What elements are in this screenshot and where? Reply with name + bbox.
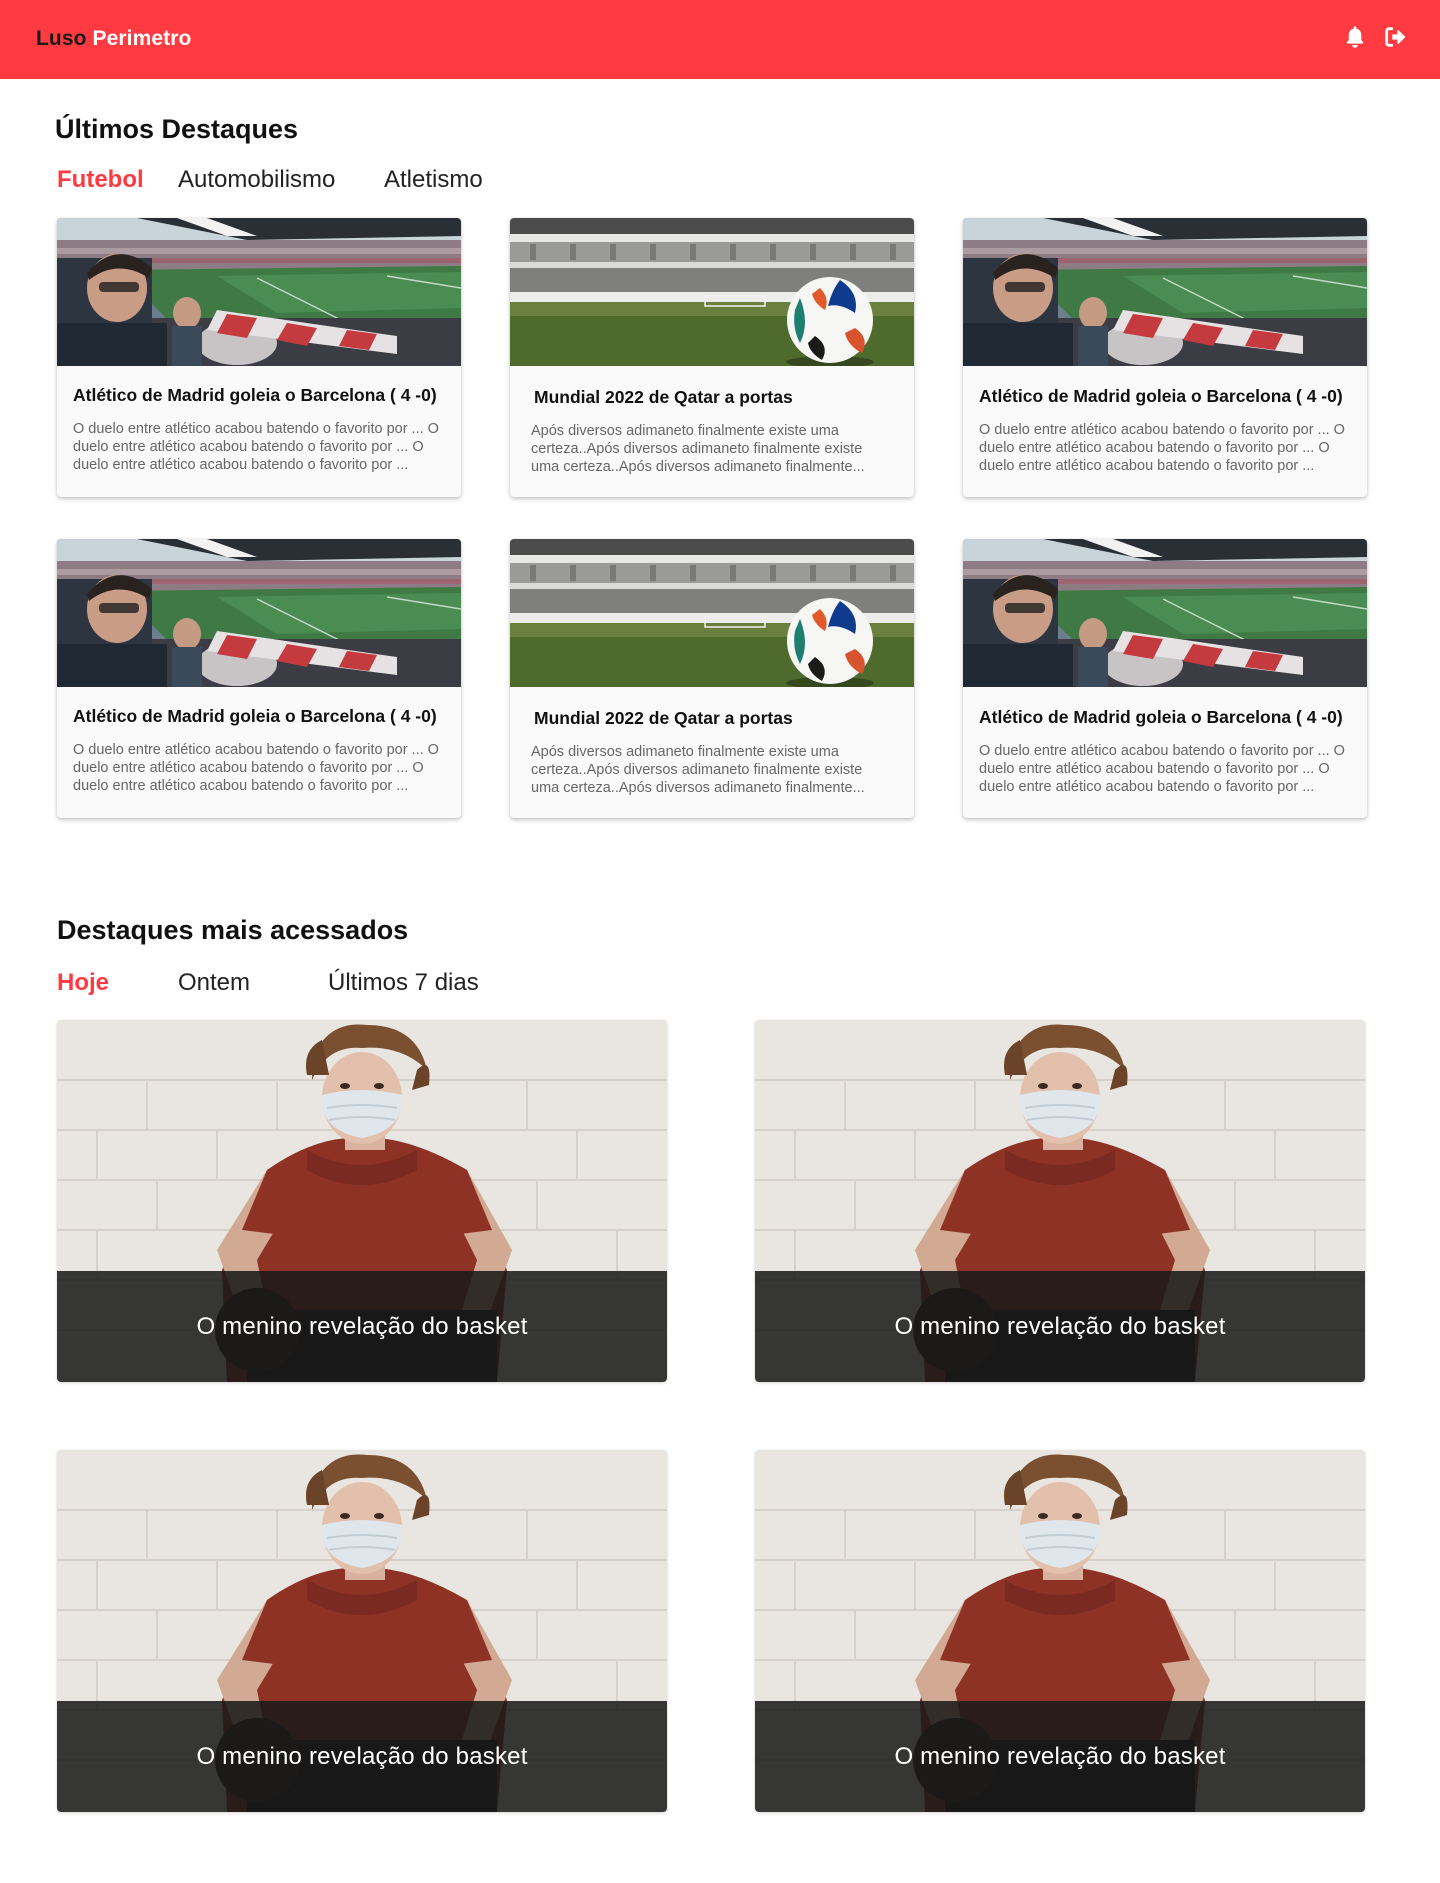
stadium-crowd-image: [963, 539, 1367, 687]
highlight-tile[interactable]: O menino revelação do basket: [57, 1020, 667, 1382]
news-card[interactable]: Atlético de Madrid goleia o Barcelona ( …: [57, 218, 461, 497]
bell-icon[interactable]: [1342, 24, 1368, 50]
tab-futebol[interactable]: Futebol: [57, 166, 144, 194]
news-card-title: Mundial 2022 de Qatar a portas: [534, 387, 793, 407]
highlight-tile[interactable]: O menino revelação do basket: [755, 1020, 1365, 1382]
tile-caption: O menino revelação do basket: [755, 1701, 1365, 1812]
news-card-excerpt: Após diversos adimaneto finalmente exist…: [531, 744, 865, 796]
news-card[interactable]: Atlético de Madrid goleia o Barcelona ( …: [963, 539, 1367, 818]
news-card-excerpt: O duelo entre atlético acabou batendo o …: [73, 742, 439, 794]
highlight-tile[interactable]: O menino revelação do basket: [57, 1450, 667, 1812]
news-card[interactable]: Atlético de Madrid goleia o Barcelona ( …: [963, 218, 1367, 497]
football-pitch-image: [510, 539, 914, 687]
football-pitch-image: [510, 218, 914, 366]
latest-highlights-title: Últimos Destaques: [55, 114, 299, 144]
tab-automobilismo[interactable]: Automobilismo: [178, 166, 335, 194]
tab-atletismo[interactable]: Atletismo: [384, 166, 483, 194]
news-card-title: Atlético de Madrid goleia o Barcelona ( …: [979, 386, 1343, 406]
news-card-title: Atlético de Madrid goleia o Barcelona ( …: [73, 706, 437, 726]
logout-icon[interactable]: [1382, 24, 1408, 50]
news-card-title: Atlético de Madrid goleia o Barcelona ( …: [979, 707, 1343, 727]
news-card-title: Atlético de Madrid goleia o Barcelona ( …: [73, 385, 437, 405]
brand-part-1: Luso: [36, 27, 87, 50]
tab-hoje[interactable]: Hoje: [57, 969, 109, 997]
news-card-excerpt: O duelo entre atlético acabou batendo o …: [73, 421, 439, 473]
brand-logo[interactable]: Luso Perimetro: [36, 27, 191, 51]
stadium-crowd-image: [57, 539, 461, 687]
tile-caption: O menino revelação do basket: [57, 1271, 667, 1382]
tile-caption-text: O menino revelação do basket: [894, 1312, 1226, 1340]
tile-caption-text: O menino revelação do basket: [894, 1742, 1226, 1770]
highlight-tile[interactable]: O menino revelação do basket: [755, 1450, 1365, 1812]
tile-caption-text: O menino revelação do basket: [196, 1312, 528, 1340]
tab-ultimos-7-dias[interactable]: Últimos 7 dias: [328, 969, 479, 997]
stadium-crowd-image: [963, 218, 1367, 366]
news-card-excerpt: O duelo entre atlético acabou batendo o …: [979, 743, 1345, 795]
news-card-excerpt: O duelo entre atlético acabou batendo o …: [979, 422, 1345, 474]
top-bar: Luso Perimetro: [0, 0, 1440, 79]
tile-caption-text: O menino revelação do basket: [196, 1742, 528, 1770]
most-accessed-title: Destaques mais acessados: [57, 915, 409, 945]
stadium-crowd-image: [57, 218, 461, 366]
news-card[interactable]: Atlético de Madrid goleia o Barcelona ( …: [57, 539, 461, 818]
news-card[interactable]: Mundial 2022 de Qatar a portas Após dive…: [510, 218, 914, 497]
news-card-title: Mundial 2022 de Qatar a portas: [534, 708, 793, 728]
news-card-excerpt: Após diversos adimaneto finalmente exist…: [531, 423, 865, 475]
brand-part-2: Perimetro: [92, 27, 192, 50]
tile-caption: O menino revelação do basket: [57, 1701, 667, 1812]
tab-ontem[interactable]: Ontem: [178, 969, 250, 997]
news-card[interactable]: Mundial 2022 de Qatar a portas Após dive…: [510, 539, 914, 818]
tile-caption: O menino revelação do basket: [755, 1271, 1365, 1382]
